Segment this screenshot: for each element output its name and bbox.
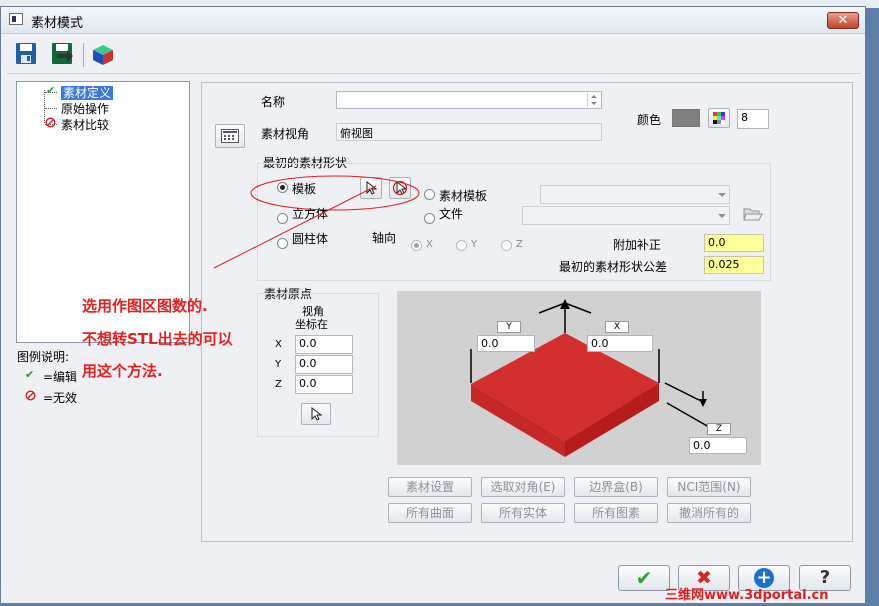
watermark-text: 三维网www.3dportal.cn	[665, 588, 829, 603]
annotation-line-2: 不想转STL出去的可以	[82, 330, 233, 348]
annotation-line-1: 选用作图区图数的.	[82, 297, 208, 315]
annotation-line-3: 用这个方法.	[82, 362, 163, 380]
